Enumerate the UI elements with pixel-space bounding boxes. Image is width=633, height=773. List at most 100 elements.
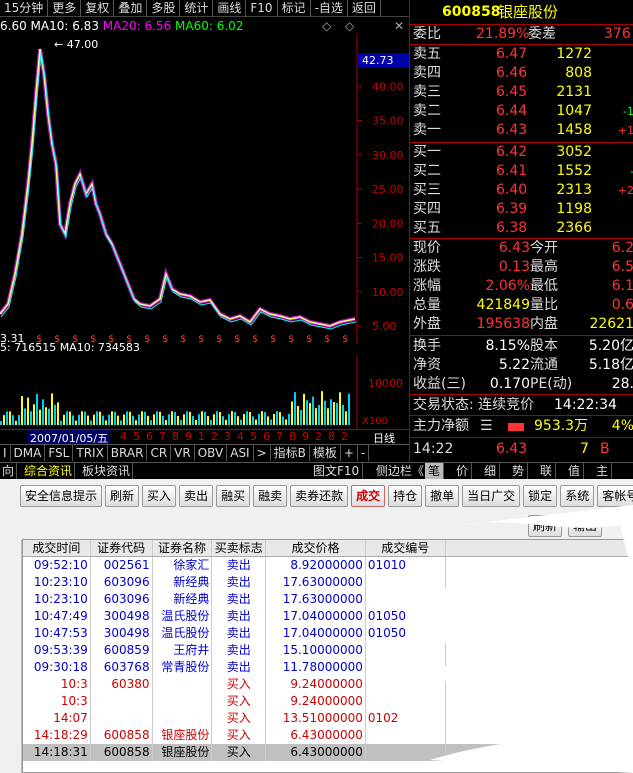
- indicator-tab[interactable]: OBV: [195, 445, 228, 461]
- trade-button[interactable]: 融买: [216, 485, 251, 507]
- panel-tab[interactable]: 主: [593, 463, 613, 479]
- table-cell: 卖出: [212, 642, 267, 659]
- volume-bar: [192, 416, 194, 425]
- bid-level-row[interactable]: 买四 6.39 1198: [410, 200, 633, 219]
- bid-level-row[interactable]: 买五 6.38 2366: [410, 219, 633, 238]
- trade-button[interactable]: 卖券还款: [290, 485, 349, 507]
- price-chart[interactable]: 40.00 35.00 30.00 25.00 20.00 15.00 10.00 5.00 ←…: [0, 34, 409, 344]
- trade-button[interactable]: 成交: [351, 485, 386, 507]
- toolbar-item[interactable]: 画线: [213, 0, 247, 17]
- volume-bar: [318, 405, 320, 425]
- indicator-tab[interactable]: BRAR: [108, 445, 148, 461]
- panel-tab[interactable]: 势: [509, 463, 529, 479]
- column-header[interactable]: 买卖标志: [212, 540, 267, 556]
- panel-tab[interactable]: 值: [565, 463, 585, 479]
- indicator-tab[interactable]: DMA: [11, 445, 46, 461]
- toolbar-item[interactable]: 统计: [180, 0, 214, 17]
- table-cell: 13.51000000: [266, 710, 366, 727]
- indicator-tab[interactable]: 指标B: [271, 445, 310, 461]
- panel-tab[interactable]: 细: [481, 463, 501, 479]
- table-cell: 温氏股份: [153, 625, 213, 642]
- trade-button[interactable]: 持仓: [388, 485, 423, 507]
- info-tab[interactable]: 板块资讯: [80, 463, 134, 479]
- stat-value: 6.2: [611, 240, 633, 256]
- column-header[interactable]: 证券代码: [91, 540, 153, 556]
- panel-tab[interactable]: 侧边栏《: [373, 463, 429, 479]
- trade-button[interactable]: 撤单: [425, 485, 460, 507]
- trade-button[interactable]: 融卖: [253, 485, 288, 507]
- indicator-tab[interactable]: 模板: [310, 445, 341, 461]
- volume-bar: [246, 411, 248, 425]
- trade-button[interactable]: 买入: [142, 485, 177, 507]
- trade-button[interactable]: 刷新: [105, 485, 140, 507]
- volume-bar: [3, 415, 5, 425]
- indicator-tab[interactable]: TRIX: [73, 445, 108, 461]
- volume-unit-label: X100: [362, 416, 388, 427]
- stat-value: 0.13: [498, 259, 530, 275]
- diamond-icon[interactable]: ◇: [345, 18, 354, 34]
- indicator-tab[interactable]: +: [341, 445, 358, 461]
- column-header[interactable]: 成交时间: [23, 540, 91, 556]
- toolbar-item[interactable]: 15分钟: [0, 0, 49, 17]
- indicator-tab[interactable]: CR: [147, 445, 172, 461]
- trade-button[interactable]: 安全信息提示: [20, 485, 103, 507]
- bid-level-row[interactable]: 买二6.411552-: [410, 162, 633, 181]
- trade-button[interactable]: 客帐号: [597, 485, 633, 507]
- trade-button[interactable]: 卖出: [179, 485, 214, 507]
- column-header[interactable]: 成交价格: [266, 540, 366, 556]
- indicator-tab[interactable]: >: [254, 445, 271, 461]
- toolbar-item[interactable]: 多股: [147, 0, 181, 17]
- table-cell: 买入: [212, 676, 267, 693]
- toolbar-item[interactable]: 返回: [348, 0, 381, 17]
- indicator-tab[interactable]: VR: [171, 445, 195, 461]
- panel-tab[interactable]: 图文F10: [310, 463, 364, 479]
- volume-bar: [9, 411, 11, 425]
- stat-label: 收益(三): [413, 376, 466, 392]
- menu-icon[interactable]: ☰: [480, 417, 493, 436]
- main-net-row[interactable]: 主力净额 ☰ 953.3万 4%: [410, 417, 633, 436]
- table-cell: 10:23:10: [23, 591, 91, 608]
- ask-level-row[interactable]: 卖三 6.45 2131: [410, 83, 633, 102]
- volume-bar: [150, 420, 152, 425]
- toolbar-item[interactable]: 叠加: [114, 0, 148, 17]
- bid-level-row[interactable]: 买三 6.40 2313 +2: [410, 181, 633, 200]
- stat-label: 量比: [530, 297, 558, 313]
- column-header[interactable]: 证券名称: [153, 540, 213, 556]
- ask-level-row[interactable]: 卖一 6.43 1458 +1: [410, 121, 633, 140]
- table-cell: 8.92000000: [266, 557, 366, 574]
- close-icon[interactable]: ✕: [394, 18, 404, 34]
- volume-bar: [237, 416, 239, 425]
- volume-chart[interactable]: 10000 X100: [0, 355, 409, 430]
- trade-button[interactable]: 锁定: [523, 485, 558, 507]
- volume-bar: [117, 415, 119, 425]
- panel-tab[interactable]: 笔: [425, 463, 445, 479]
- stat-row: 净资 5.22 流通 5.18亿: [410, 356, 633, 375]
- date-axis: 2007/01/05/五 4 5 6 7 8 9 1 2 3 4 5 6 7 8 9 2 8 2 日线: [0, 429, 409, 446]
- date-tick: 3: [224, 430, 231, 443]
- indicator-tab[interactable]: FSL: [45, 445, 74, 461]
- toolbar-item[interactable]: F10: [246, 0, 278, 17]
- trade-button[interactable]: 当日广交: [462, 485, 521, 507]
- ask-level-row[interactable]: 卖二 6.44 1047 -1: [410, 102, 633, 121]
- diamond-icon[interactable]: ◇: [322, 18, 331, 34]
- indicator-tab[interactable]: ASI: [227, 445, 254, 461]
- level-volume: 808: [565, 65, 592, 81]
- volume-bar: [270, 419, 272, 425]
- indicator-tab[interactable]: I: [0, 445, 11, 461]
- panel-tab[interactable]: 价: [453, 463, 473, 479]
- divider: [410, 394, 633, 395]
- ask-level-row[interactable]: 卖四 6.46 808: [410, 64, 633, 83]
- toolbar-item[interactable]: 复权: [81, 0, 115, 17]
- table-cell: 600859: [91, 642, 153, 659]
- panel-tab[interactable]: 联: [537, 463, 557, 479]
- info-tab[interactable]: 向: [0, 463, 18, 479]
- info-tab[interactable]: 综合资讯: [22, 463, 76, 479]
- toolbar-item[interactable]: 更多: [48, 0, 82, 17]
- toolbar-item[interactable]: 标记: [278, 0, 311, 17]
- bid-level-row[interactable]: 买一 6.42 3052: [410, 143, 633, 162]
- indicator-tab[interactable]: -: [358, 445, 370, 461]
- toolbar-item[interactable]: -自选: [311, 0, 348, 17]
- ask-level-row[interactable]: 卖五 6.47 1272: [410, 45, 633, 64]
- main-net-percent: 4%: [611, 418, 633, 434]
- trade-button[interactable]: 系统: [560, 485, 595, 507]
